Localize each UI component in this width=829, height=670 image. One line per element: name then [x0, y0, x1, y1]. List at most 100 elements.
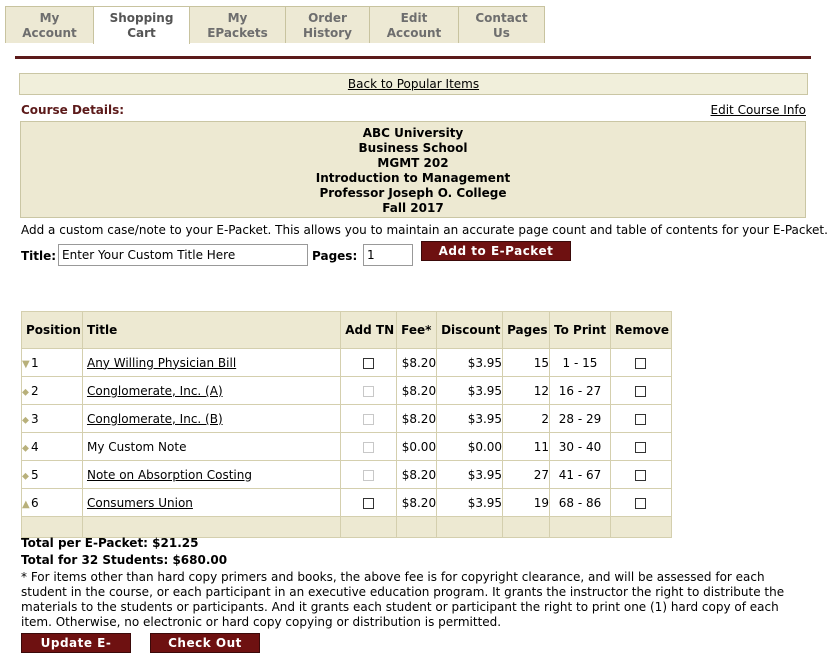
course-details-label: Course Details: — [21, 103, 125, 117]
tab-contact-us[interactable]: Contact Us — [458, 6, 545, 43]
position-number: 5 — [31, 467, 39, 482]
tab-edit-account[interactable]: Edit Account — [369, 6, 459, 43]
position-number: 4 — [31, 439, 39, 454]
remove-cell — [609, 376, 673, 405]
discount-cell: $0.00 — [436, 432, 504, 461]
edit-course-info-link[interactable]: Edit Course Info — [711, 103, 806, 117]
add-tn-checkbox[interactable] — [363, 357, 375, 369]
tab-my-epackets[interactable]: My EPackets — [189, 6, 286, 43]
add-tn-cell — [340, 432, 398, 461]
course-code: MGMT 202 — [377, 156, 449, 170]
header-add-tn: Add TN — [340, 311, 398, 349]
school-name: Business School — [358, 141, 468, 155]
add-tn-checkbox — [363, 441, 375, 453]
title-cell: Any Willing Physician Bill — [81, 348, 342, 377]
position-cell: ⬥ 3 — [21, 404, 83, 433]
to-print-cell: 30 - 40 — [549, 432, 611, 461]
add-tn-cell — [340, 404, 398, 433]
header-remove: Remove — [609, 311, 673, 349]
to-print-cell: 28 - 29 — [549, 404, 611, 433]
pages-label: Pages: — [312, 249, 358, 263]
pages-cell: 27 — [502, 460, 551, 489]
reorder-arrow-icon[interactable]: ⬥ — [22, 443, 31, 454]
position-number: 1 — [31, 355, 39, 370]
remove-checkbox[interactable] — [635, 497, 647, 509]
custom-note-instructions: Add a custom case/note to your E-Packet.… — [21, 223, 828, 237]
to-print-cell: 41 - 67 — [549, 460, 611, 489]
remove-checkbox[interactable] — [635, 357, 647, 369]
pages-cell: 2 — [502, 404, 551, 433]
header-discount: Discount — [436, 311, 504, 349]
reorder-arrow-icon[interactable]: ⬥ — [22, 415, 31, 426]
epacket-table: Position Title Add TN Fee* Discount Page… — [21, 311, 673, 538]
title-label: Title: — [21, 249, 57, 263]
position-cell: ⬥ 5 — [21, 460, 83, 489]
reorder-arrow-icon[interactable]: ⬥ — [22, 387, 31, 398]
title-cell: Note on Absorption Costing — [81, 460, 342, 489]
discount-cell: $3.95 — [436, 404, 504, 433]
remove-cell — [609, 348, 673, 377]
remove-cell — [609, 432, 673, 461]
header-to-print: To Print — [549, 311, 611, 349]
header-title: Title — [81, 311, 342, 349]
tab-my-account[interactable]: My Account — [5, 6, 94, 43]
item-title-link[interactable]: Consumers Union — [87, 496, 193, 510]
item-title: My Custom Note — [86, 439, 187, 454]
add-tn-checkbox — [363, 413, 375, 425]
remove-checkbox[interactable] — [635, 469, 647, 481]
remove-cell — [609, 488, 673, 517]
item-title-link[interactable]: Note on Absorption Costing — [87, 468, 252, 482]
reorder-arrow-icon[interactable]: ▲ — [22, 499, 31, 510]
pages-cell: 11 — [502, 432, 551, 461]
table-row: ⬥ 4 My Custom Note $0.00 $0.00 11 30 - 40 — [21, 432, 673, 461]
fee-footnote: * For items other than hard copy primers… — [21, 570, 785, 629]
reorder-arrow-icon[interactable]: ▼ — [22, 359, 31, 370]
check-out-button[interactable]: Check Out — [150, 633, 260, 653]
course-info-box: ABC University Business School MGMT 202 … — [20, 121, 806, 218]
remove-checkbox[interactable] — [635, 385, 647, 397]
table-row: ⬥ 5 Note on Absorption Costing $8.20 $3.95 27… — [21, 460, 673, 489]
header-divider — [15, 56, 811, 59]
add-to-epacket-button[interactable]: Add to E-Packet — [421, 241, 571, 261]
pages-cell: 12 — [502, 376, 551, 405]
update-epacket-button[interactable]: Update E-Packet — [21, 633, 131, 668]
custom-title-input[interactable] — [58, 244, 308, 266]
table-row: ⬥ 2 Conglomerate, Inc. (A) $8.20 $3.95 12 16 -… — [21, 376, 673, 405]
title-cell: Conglomerate, Inc. (A) — [81, 376, 342, 405]
position-cell: ▲6 — [21, 488, 83, 517]
add-tn-cell — [340, 376, 398, 405]
university-name: ABC University — [362, 126, 464, 140]
remove-checkbox[interactable] — [635, 441, 647, 453]
to-print-cell: 1 - 15 — [549, 348, 611, 377]
item-title-link[interactable]: Conglomerate, Inc. (A) — [87, 384, 223, 398]
pages-cell: 15 — [502, 348, 551, 377]
remove-cell — [609, 404, 673, 433]
reorder-arrow-icon[interactable]: ⬥ — [22, 471, 31, 482]
item-title-link[interactable]: Conglomerate, Inc. (B) — [87, 412, 223, 426]
position-number: 6 — [31, 495, 39, 510]
discount-cell: $3.95 — [436, 376, 504, 405]
add-tn-cell — [340, 488, 398, 517]
fee-cell: $0.00 — [396, 432, 438, 461]
pages-input[interactable] — [363, 244, 413, 266]
remove-checkbox[interactable] — [635, 413, 647, 425]
add-tn-checkbox — [363, 385, 375, 397]
professor-name: Professor Joseph O. College — [319, 186, 507, 200]
position-number: 3 — [31, 411, 39, 426]
add-tn-cell — [340, 460, 398, 489]
fee-cell: $8.20 — [396, 460, 438, 489]
title-cell: Conglomerate, Inc. (B) — [81, 404, 342, 433]
add-tn-checkbox[interactable] — [363, 497, 375, 509]
title-cell: My Custom Note — [81, 432, 342, 461]
position-cell: ⬥ 2 — [21, 376, 83, 405]
back-to-popular-link[interactable]: Back to Popular Items — [348, 77, 479, 91]
discount-cell: $3.95 — [436, 348, 504, 377]
table-row: ▲6 Consumers Union $8.20 $3.95 19 68 - 86 — [21, 488, 673, 517]
header-pages: Pages — [502, 311, 551, 349]
table-row: ▼1 Any Willing Physician Bill $8.20 $3.95 15… — [21, 348, 673, 377]
total-per-epacket: Total per E-Packet: $21.25 — [21, 536, 199, 550]
course-term: Fall 2017 — [382, 201, 444, 215]
tab-shopping-cart[interactable]: Shopping Cart — [93, 6, 190, 44]
tab-order-history[interactable]: Order History — [285, 6, 370, 43]
item-title-link[interactable]: Any Willing Physician Bill — [87, 356, 236, 370]
